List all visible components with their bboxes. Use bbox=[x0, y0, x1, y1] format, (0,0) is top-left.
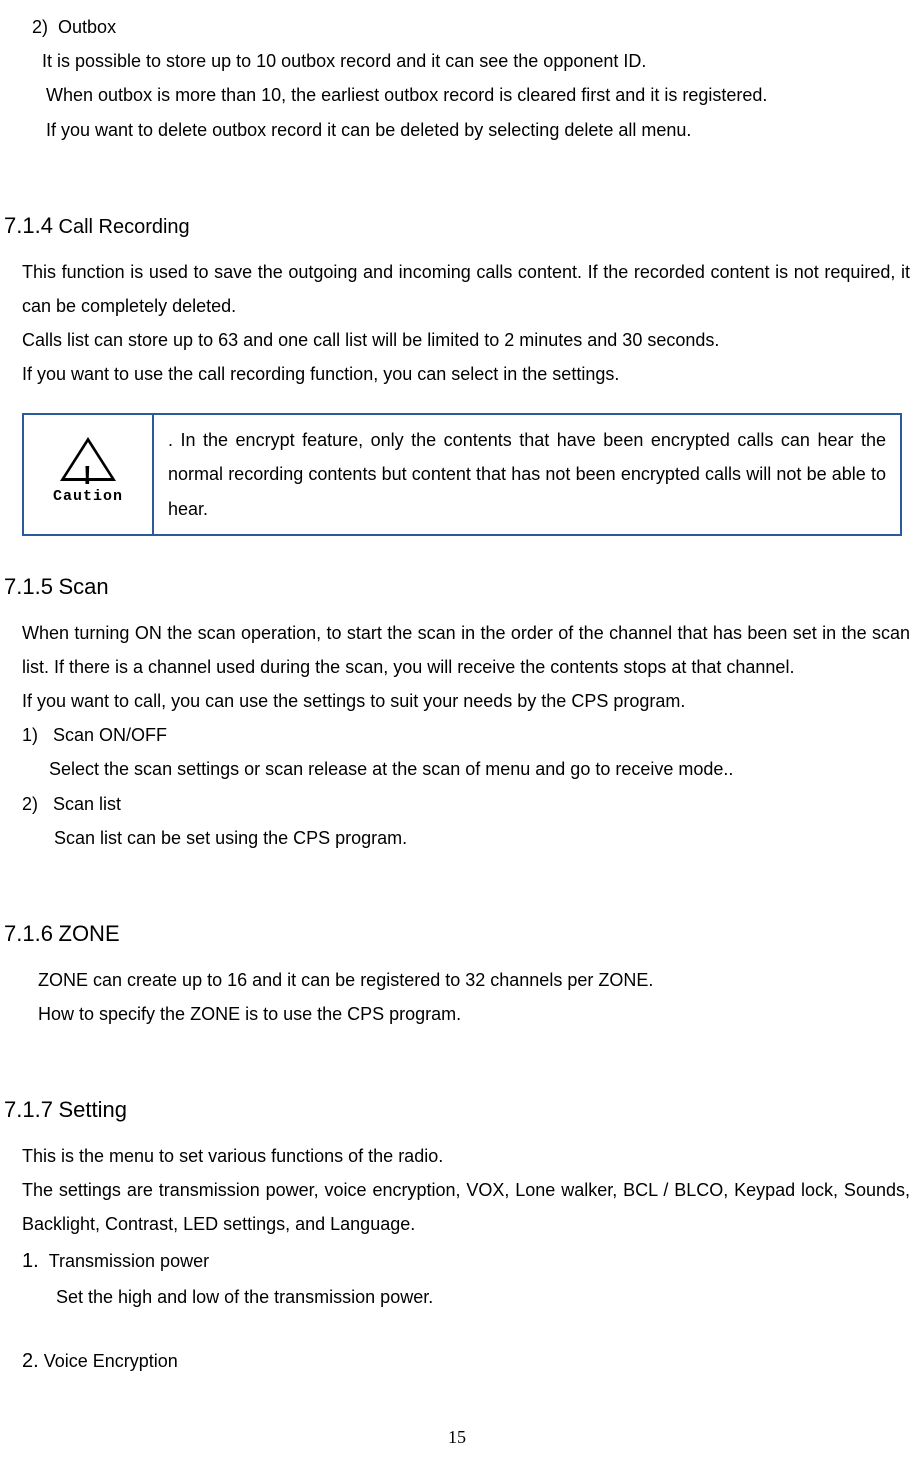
section-715-heading: 7.1.5 Scan bbox=[4, 566, 910, 608]
item-number: 2. bbox=[22, 1350, 39, 1372]
section-714-p3: If you want to use the call recording fu… bbox=[22, 357, 910, 391]
page-number: 15 bbox=[4, 1420, 910, 1454]
heading-number: 7.1.6 bbox=[4, 921, 53, 946]
outbox-line1: It is possible to store up to 10 outbox … bbox=[42, 44, 910, 78]
section-714-heading: 7.1.4 Call Recording bbox=[4, 205, 910, 247]
scan-onoff-text: Select the scan settings or scan release… bbox=[49, 752, 910, 786]
section-715-p1: When turning ON the scan operation, to s… bbox=[22, 616, 910, 684]
heading-text: ZONE bbox=[59, 921, 120, 946]
outbox-line2: When outbox is more than 10, the earlies… bbox=[46, 78, 910, 112]
item-number: 2) bbox=[32, 17, 48, 37]
outbox-line3: If you want to delete outbox record it c… bbox=[46, 113, 910, 147]
caution-icon-cell: ! Caution bbox=[23, 414, 153, 535]
heading-number: 7.1.4 bbox=[4, 213, 53, 238]
item-title: Scan ON/OFF bbox=[53, 725, 167, 745]
item-title: Scan list bbox=[53, 794, 121, 814]
section-717-p1: This is the menu to set various function… bbox=[22, 1139, 910, 1173]
section-714-p2: Calls list can store up to 63 and one ca… bbox=[22, 323, 910, 357]
section-716-heading: 7.1.6 ZONE bbox=[4, 913, 910, 955]
caution-box: ! Caution . In the encrypt feature, only… bbox=[22, 413, 902, 536]
transmission-power-text: Set the high and low of the transmission… bbox=[56, 1280, 910, 1314]
item-title: Voice Encryption bbox=[44, 1351, 178, 1371]
heading-text: Setting bbox=[59, 1097, 128, 1122]
section-717-p2: The settings are transmission power, voi… bbox=[22, 1173, 910, 1241]
section-715-p2: If you want to call, you can use the set… bbox=[22, 684, 910, 718]
item-number: 1) bbox=[22, 725, 38, 745]
heading-text: Call Recording bbox=[59, 216, 190, 238]
item-title: Outbox bbox=[58, 17, 116, 37]
section-717-heading: 7.1.7 Setting bbox=[4, 1089, 910, 1131]
section-716-p1: ZONE can create up to 16 and it can be r… bbox=[38, 963, 910, 997]
heading-number: 7.1.5 bbox=[4, 574, 53, 599]
outbox-item: 2) Outbox bbox=[32, 10, 910, 44]
scan-onoff-item: 1) Scan ON/OFF bbox=[22, 718, 910, 752]
heading-number: 7.1.7 bbox=[4, 1097, 53, 1122]
section-714-p1: This function is used to save the outgoi… bbox=[22, 255, 910, 323]
section-716-p2: How to specify the ZONE is to use the CP… bbox=[38, 997, 910, 1031]
caution-text: . In the encrypt feature, only the conte… bbox=[153, 414, 901, 535]
item-title: Transmission power bbox=[49, 1251, 209, 1271]
item-number: 2) bbox=[22, 794, 38, 814]
scan-list-item: 2) Scan list bbox=[22, 787, 910, 821]
heading-text: Scan bbox=[59, 574, 109, 599]
transmission-power-item: 1. Transmission power bbox=[22, 1242, 910, 1280]
voice-encryption-item: 2. Voice Encryption bbox=[22, 1342, 910, 1380]
item-number: 1. bbox=[22, 1250, 39, 1272]
caution-icon: ! Caution bbox=[53, 437, 123, 512]
scan-list-text: Scan list can be set using the CPS progr… bbox=[54, 821, 910, 855]
